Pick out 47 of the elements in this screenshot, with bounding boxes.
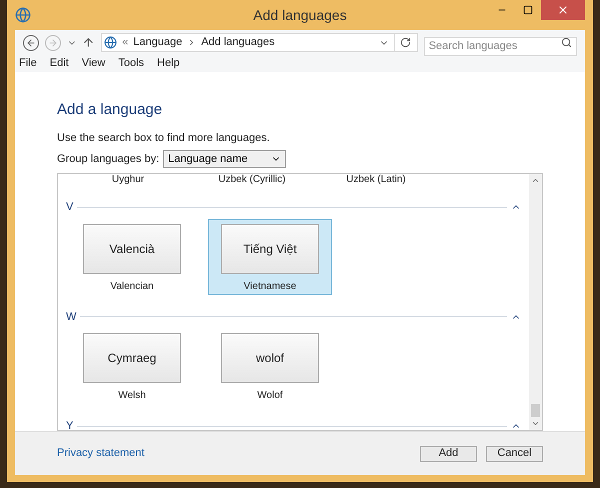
language-name: Uzbek (Cyrillic) xyxy=(217,174,287,185)
menu-item[interactable]: View xyxy=(82,55,106,72)
language-native-name: wolof xyxy=(221,333,319,383)
location-icon xyxy=(104,36,118,49)
language-name: Uzbek (Latin) xyxy=(345,174,407,185)
dialog-button[interactable]: Add xyxy=(420,446,477,462)
breadcrumb-item[interactable]: Language xyxy=(133,34,182,51)
address-bar[interactable]: « Language Add languages xyxy=(101,33,418,52)
scrollbar[interactable] xyxy=(529,174,542,430)
language-name: Welsh xyxy=(118,389,146,403)
language-native-name: Cymraeg xyxy=(83,333,181,383)
privacy-link[interactable]: Privacy statement xyxy=(57,445,144,462)
up-button-icon[interactable] xyxy=(82,36,96,49)
search-field[interactable]: Search languages xyxy=(424,36,578,56)
group-letter: W xyxy=(66,310,76,324)
forward-arrow-icon xyxy=(48,38,58,48)
refresh-icon[interactable] xyxy=(400,37,411,48)
back-button[interactable] xyxy=(23,34,39,50)
language-tile[interactable]: Tiếng Việt Vietnamese xyxy=(208,218,332,294)
scroll-down-icon[interactable] xyxy=(531,419,540,428)
close-icon xyxy=(557,4,569,16)
back-arrow-icon xyxy=(26,38,36,48)
search-icon xyxy=(561,37,572,48)
group-letter: Y xyxy=(66,419,74,430)
language-name: Valencian xyxy=(110,280,154,294)
breadcrumb-separator: « xyxy=(122,35,128,50)
language-native-name: Tiếng Việt xyxy=(221,224,319,274)
menu-item[interactable]: Edit xyxy=(50,55,69,72)
group-letter: V xyxy=(66,200,74,215)
menu-item[interactable]: File xyxy=(19,55,37,72)
scroll-up-icon[interactable] xyxy=(531,176,540,185)
scroll-thumb[interactable] xyxy=(531,404,540,417)
menu-item[interactable]: Tools xyxy=(118,55,144,72)
group-by-dropdown[interactable]: Language name xyxy=(163,150,286,168)
language-native-name: Valencià xyxy=(83,224,181,274)
language-name: Wolof xyxy=(257,389,283,403)
group-by-label: Group languages by: xyxy=(57,152,160,167)
maximize-icon xyxy=(523,5,533,15)
language-name: Uyghur xyxy=(110,174,146,185)
hint-text: Use the search box to find more languages. xyxy=(57,130,271,146)
breadcrumb-item[interactable]: Add languages xyxy=(201,34,275,51)
dialog-button[interactable]: Cancel xyxy=(486,446,543,462)
window-title: Add languages xyxy=(253,6,347,25)
app-icon xyxy=(15,7,31,23)
page-heading: Add a language xyxy=(57,100,164,120)
language-name: Vietnamese xyxy=(244,280,296,294)
menu-item[interactable]: Help xyxy=(157,55,180,72)
